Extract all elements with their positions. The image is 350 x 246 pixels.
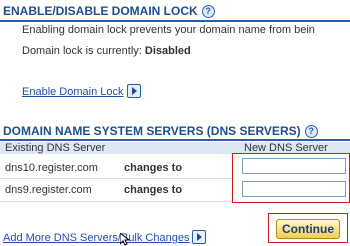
domain-lock-description: Enabling domain lock prevents your domai…	[22, 24, 315, 36]
changes-to-label: changes to	[124, 162, 183, 174]
domain-lock-title: ENABLE/DISABLE DOMAIN LOCK?	[3, 4, 215, 19]
arrow-right-icon[interactable]	[192, 229, 207, 244]
domain-lock-status: Domain lock is currently: Disabled	[22, 45, 191, 57]
help-icon[interactable]: ?	[201, 5, 215, 19]
dns-servers-title: DOMAIN NAME SYSTEM SERVERS (DNS SERVERS)…	[3, 124, 318, 139]
domain-lock-status-value: Disabled	[144, 45, 191, 57]
add-more-dns-link-group[interactable]: Add More DNS Servers/Bulk Changes	[3, 228, 207, 246]
section-divider	[0, 20, 350, 22]
domain-lock-status-label: Domain lock is currently:	[22, 45, 142, 57]
domain-lock-title-text: ENABLE/DISABLE DOMAIN LOCK	[3, 4, 198, 18]
add-more-dns-link[interactable]: Add More DNS Servers/Bulk Changes	[3, 232, 189, 244]
new-dns-server-1-input[interactable]	[242, 158, 346, 174]
row-divider	[0, 201, 232, 202]
enable-domain-lock-link[interactable]: Enable Domain Lock	[22, 86, 124, 98]
section-divider	[0, 139, 350, 141]
arrow-right-icon[interactable]	[126, 83, 141, 98]
row-divider	[0, 178, 232, 179]
continue-button[interactable]: Continue	[276, 219, 340, 239]
column-existing-dns: Existing DNS Server	[5, 142, 106, 154]
help-icon[interactable]: ?	[304, 125, 318, 139]
changes-to-label: changes to	[124, 184, 183, 196]
new-dns-server-2-input[interactable]	[242, 181, 346, 197]
existing-dns-server-1: dns10.register.com	[5, 162, 98, 174]
enable-domain-lock-link-group[interactable]: Enable Domain Lock	[22, 82, 141, 100]
dns-servers-title-text: DOMAIN NAME SYSTEM SERVERS (DNS SERVERS)	[3, 124, 301, 138]
existing-dns-server-2: dns9.register.com	[5, 184, 92, 196]
mouse-cursor-icon	[120, 233, 130, 246]
